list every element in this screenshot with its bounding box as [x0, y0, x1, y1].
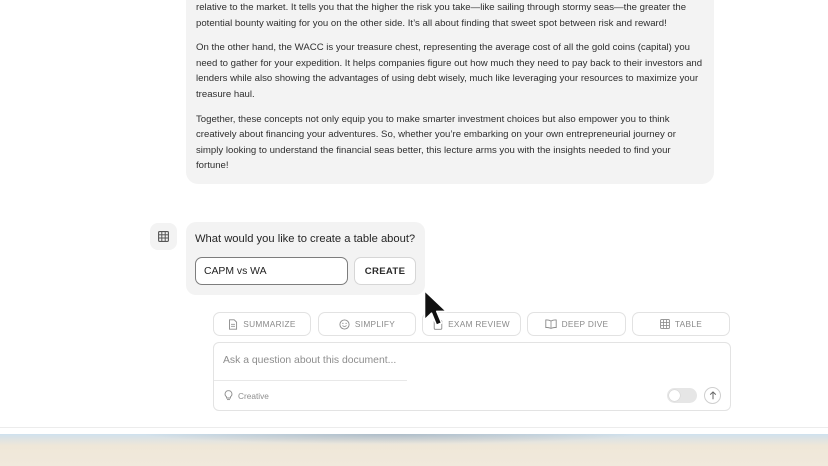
send-button[interactable]: [704, 387, 721, 404]
question-input[interactable]: [223, 352, 703, 368]
lightbulb-icon: [224, 390, 233, 401]
table-prompt-card: What would you like to create a table ab…: [186, 222, 425, 295]
table-icon: [660, 319, 670, 329]
toggle-knob: [669, 390, 680, 401]
exam-review-label: EXAM REVIEW: [448, 319, 510, 329]
arrow-up-icon: [709, 391, 716, 400]
simplify-label: SIMPLIFY: [354, 319, 396, 329]
page-divider: [0, 427, 828, 428]
table-topic-input[interactable]: [195, 257, 348, 285]
simplify-button[interactable]: SIMPLIFY: [318, 312, 416, 336]
create-button[interactable]: CREATE: [354, 257, 416, 285]
table-label: TABLE: [674, 319, 703, 329]
creative-label: Creative: [238, 390, 269, 401]
table-icon: [158, 231, 169, 242]
message-paragraph: On the other hand, the WACC is your trea…: [196, 42, 703, 100]
table-mode-button[interactable]: [150, 223, 177, 250]
action-chips: SUMMARIZE SIMPLIFY EXAM REVIEW DEEP DIVE: [0, 312, 828, 336]
question-box: Creative: [213, 342, 731, 411]
message-paragraph: Together, these concepts not only equip …: [196, 113, 676, 172]
creative-toggle[interactable]: [667, 388, 697, 403]
document-icon: [229, 318, 238, 330]
table-prompt-question: What would you like to create a table ab…: [195, 233, 416, 245]
smiley-icon: [339, 318, 350, 330]
summarize-button[interactable]: SUMMARIZE: [213, 312, 311, 336]
summarize-label: SUMMARIZE: [243, 319, 296, 329]
deep-dive-button[interactable]: DEEP DIVE: [527, 312, 626, 336]
bottom-shadow: [140, 434, 640, 444]
open-book-icon: [544, 319, 557, 329]
assistant-message: relative to the market. It tells you tha…: [186, 0, 714, 184]
divider: [214, 380, 407, 381]
message-paragraph: relative to the market. It tells you tha…: [196, 2, 687, 29]
table-button[interactable]: TABLE: [632, 312, 730, 336]
deep-dive-label: DEEP DIVE: [561, 319, 609, 329]
mouse-cursor-icon: [423, 289, 448, 326]
creative-option: Creative: [224, 390, 269, 401]
